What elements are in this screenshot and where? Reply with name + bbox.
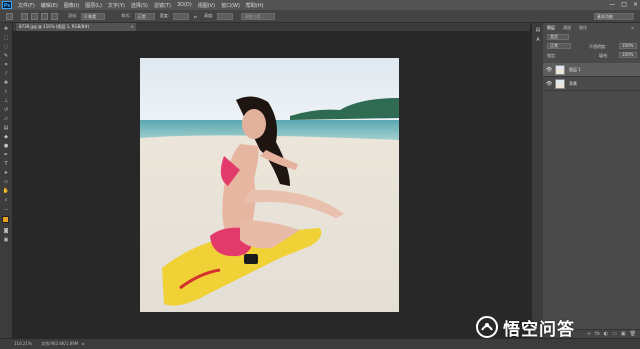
tab-channels[interactable]: 通道 xyxy=(563,23,571,32)
watermark: 悟空问答 xyxy=(476,312,636,342)
tab-paths[interactable]: 路径 xyxy=(579,23,587,32)
width-input[interactable] xyxy=(173,12,190,20)
maximize-button[interactable]: □ xyxy=(621,1,627,8)
blend-mode-select[interactable]: 正常 xyxy=(547,43,571,49)
healing-brush-tool-icon[interactable]: ✚ xyxy=(2,80,10,86)
document-tab-title: 8739.jpg @ 116% (图层 1, RGB/8#) xyxy=(19,24,90,29)
dodge-tool-icon[interactable]: ● xyxy=(2,143,10,149)
visibility-eye-icon[interactable]: 👁 xyxy=(546,67,552,73)
pen-tool-icon[interactable]: ✒ xyxy=(2,152,10,158)
menu-view[interactable]: 视图(V) xyxy=(198,2,215,9)
path-select-tool-icon[interactable]: ➤ xyxy=(2,170,10,176)
close-window-button[interactable]: × xyxy=(633,1,638,8)
layer-row-background[interactable]: 👁 背景 xyxy=(543,77,640,91)
layer-kind-filter[interactable]: 类型 xyxy=(547,34,569,40)
subtract-selection-icon[interactable] xyxy=(41,12,48,20)
new-selection-icon[interactable] xyxy=(21,12,28,20)
style-label: 样式: xyxy=(121,13,131,18)
height-input[interactable] xyxy=(217,12,234,20)
document-info: 文档:963.6K/1.89M xyxy=(41,341,79,346)
tab-layers[interactable]: 图层 xyxy=(547,23,555,32)
fill-input[interactable]: 100% xyxy=(619,52,637,58)
layer-name: 背景 xyxy=(569,81,577,86)
hand-tool-icon[interactable]: ✋ xyxy=(2,188,10,194)
workspace-select[interactable]: 基本功能 xyxy=(594,12,634,20)
quick-select-tool-icon[interactable]: ✎ xyxy=(2,53,10,59)
feather-input[interactable]: 0 像素 xyxy=(81,12,106,20)
properties-panel-icon[interactable]: A xyxy=(534,37,542,43)
height-label: 高度: xyxy=(204,13,214,18)
window-controls: — □ × xyxy=(609,1,638,8)
blur-tool-icon[interactable]: ◆ xyxy=(2,134,10,140)
crop-tool-icon[interactable]: ⌗ xyxy=(2,62,10,68)
add-selection-icon[interactable] xyxy=(31,12,38,20)
foreground-color-swatch[interactable] xyxy=(2,216,9,223)
gradient-tool-icon[interactable]: ▤ xyxy=(2,125,10,131)
refine-edge-button[interactable]: 调整边缘... xyxy=(241,12,276,20)
beach-photo xyxy=(140,58,399,312)
eyedropper-tool-icon[interactable]: ⁄ xyxy=(2,71,10,77)
marquee-tool-preset-icon[interactable] xyxy=(6,12,13,20)
move-tool-icon[interactable]: ✥ xyxy=(2,26,10,32)
zoom-level[interactable]: 116.21% xyxy=(14,341,32,346)
menu-filter[interactable]: 滤镜(T) xyxy=(154,2,171,9)
watermark-logo-icon xyxy=(476,316,498,338)
lasso-tool-icon[interactable]: ◌ xyxy=(2,44,10,50)
menu-select[interactable]: 选择(S) xyxy=(131,2,148,9)
panel-menu-icon[interactable]: ≡ xyxy=(631,23,634,32)
layer-thumbnail xyxy=(555,65,565,75)
lock-label: 锁定: xyxy=(547,53,557,58)
opacity-label: 不透明度: xyxy=(589,44,607,49)
type-tool-icon[interactable]: T xyxy=(2,161,10,167)
swap-icon[interactable]: ⇄ xyxy=(192,13,199,20)
watermark-text: 悟空问答 xyxy=(503,319,575,340)
menu-image[interactable]: 图像(I) xyxy=(64,2,79,9)
photoshop-logo: Ps xyxy=(2,1,12,9)
intersect-selection-icon[interactable] xyxy=(51,12,58,20)
opacity-input[interactable]: 100% xyxy=(619,43,637,49)
menu-type[interactable]: 文字(Y) xyxy=(108,2,125,9)
fill-label: 填充: xyxy=(599,53,609,58)
layer-name: 图层 1 xyxy=(569,67,581,72)
history-brush-tool-icon[interactable]: ↺ xyxy=(2,107,10,113)
zoom-tool-icon[interactable]: ⌕ xyxy=(2,197,10,203)
close-tab-icon[interactable]: × xyxy=(131,23,134,31)
clone-stamp-tool-icon[interactable]: ⊥ xyxy=(2,98,10,104)
layer-row-layer1[interactable]: 👁 图层 1 xyxy=(543,63,640,77)
menu-3d[interactable]: 3D(D) xyxy=(177,2,192,8)
menu-edit[interactable]: 编辑(E) xyxy=(41,2,58,9)
quick-mask-icon[interactable]: ◙ xyxy=(2,228,10,234)
layers-panel: 图层 通道 路径 ≡ 类型 正常 不透明度: 100% 锁定: 填充: 100%… xyxy=(543,23,640,338)
menu-file[interactable]: 文件(F) xyxy=(18,2,35,9)
screen-mode-icon[interactable]: ▣ xyxy=(2,237,10,243)
layer-thumbnail xyxy=(555,79,565,89)
more-tools-icon[interactable]: … xyxy=(2,206,10,212)
menu-window[interactable]: 窗口(W) xyxy=(221,2,240,9)
visibility-eye-icon[interactable]: 👁 xyxy=(546,81,552,87)
width-label: 宽度: xyxy=(159,13,170,18)
history-panel-icon[interactable]: ▤ xyxy=(534,27,542,33)
eraser-tool-icon[interactable]: ▱ xyxy=(2,116,10,122)
minimize-button[interactable]: — xyxy=(609,1,615,8)
style-select[interactable]: 正常 xyxy=(134,12,155,20)
marquee-tool-icon[interactable]: ⬚ xyxy=(2,35,10,41)
options-bar: 羽化: 0 像素 样式: 正常 宽度: ⇄ 高度: 调整边缘... 基本功能 xyxy=(0,10,640,23)
shape-tool-icon[interactable]: ▭ xyxy=(2,179,10,185)
menu-layer[interactable]: 图层(L) xyxy=(85,2,102,9)
brush-tool-icon[interactable]: ⌇ xyxy=(2,89,10,95)
status-menu-arrow-icon[interactable]: ▸ xyxy=(83,341,85,346)
menu-help[interactable]: 帮助(H) xyxy=(246,2,264,9)
document-tab[interactable]: 8739.jpg @ 116% (图层 1, RGB/8#) × xyxy=(16,23,136,31)
feather-label: 羽化: xyxy=(68,13,78,18)
